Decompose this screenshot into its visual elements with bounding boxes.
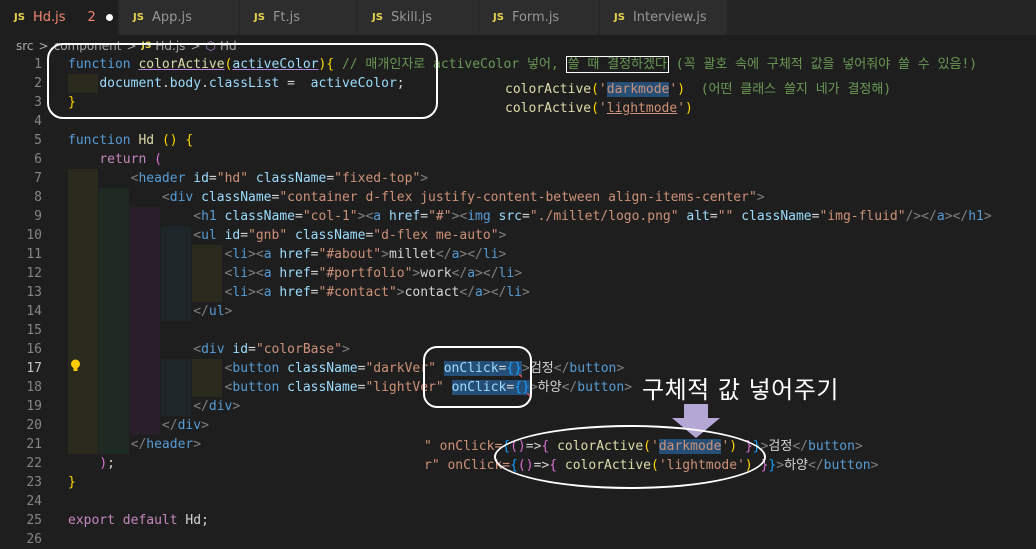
tab-form-js[interactable]: JS Form.js — [479, 0, 600, 35]
annotation-call-dark: colorActive('darkmode') (어떤 클래스 쓸지 네가 결정… — [505, 82, 892, 97]
tab-label: Hd.js — [32, 10, 66, 25]
line-number: 26 — [26, 532, 42, 547]
js-file-icon: JS — [493, 12, 504, 23]
line-number: 12 — [26, 266, 42, 281]
line-number: 5 — [34, 133, 42, 148]
annotation-call-light: colorActive('lightmode') — [505, 101, 693, 116]
line-number: 19 — [26, 399, 42, 414]
line-number: 24 — [26, 494, 42, 509]
line-number: 17 — [26, 361, 42, 376]
line-number: 8 — [34, 190, 42, 205]
code-line-14[interactable]: </ul> — [68, 302, 232, 321]
line-number: 4 — [34, 114, 42, 129]
line-number: 11 — [26, 247, 42, 262]
tab-hd-js[interactable]: JS Hd.js 2 — [0, 0, 119, 35]
code-line-7[interactable]: <header id="hd" className="fixed-top"> — [68, 169, 428, 188]
js-file-icon: JS — [372, 12, 383, 23]
tab-label: Skill.js — [390, 10, 433, 25]
js-file-icon: JS — [14, 12, 25, 23]
problem-count-badge: 2 — [87, 10, 96, 25]
code-line-25[interactable]: export default Hd; — [68, 511, 209, 530]
tab-interview-js[interactable]: JS Interview.js — [600, 0, 728, 35]
line-number: 1 — [34, 57, 42, 72]
line-number: 15 — [26, 323, 42, 338]
line-number: 22 — [26, 456, 42, 471]
tab-label: App.js — [151, 10, 192, 25]
line-number: 25 — [26, 513, 42, 528]
code-line-10[interactable]: <ul id="gnb" className="d-flex me-auto"> — [68, 226, 506, 245]
line-number: 16 — [26, 342, 42, 357]
line-number: 3 — [34, 95, 42, 110]
annotation-box-onclick — [423, 346, 532, 408]
annotation-box-function — [47, 43, 438, 119]
code-line-22[interactable]: ); — [68, 454, 115, 473]
tab-label: Ft.js — [272, 10, 301, 25]
code-line-12[interactable]: <li><a href="#portfolio">work</a></li> — [68, 264, 522, 283]
annotation-ellipse-example — [494, 425, 766, 489]
code-line-19[interactable]: </div> — [68, 397, 240, 416]
code-line-23[interactable]: } — [68, 473, 76, 492]
breadcrumb-src[interactable]: src — [16, 39, 34, 53]
code-line-17[interactable]: <button className="darkVer" onClick={}>검… — [68, 359, 624, 378]
code-line-5[interactable]: function Hd () { — [68, 131, 193, 150]
line-number: 2 — [34, 76, 42, 91]
js-file-icon: JS — [614, 12, 625, 23]
line-number: 21 — [26, 437, 42, 452]
tab-label: Interview.js — [632, 10, 707, 25]
annotation-title: 구체적 값 넣어주기 — [642, 376, 839, 404]
code-line-11[interactable]: <li><a href="#about">millet</a></li> — [68, 245, 507, 264]
line-number: 6 — [34, 152, 42, 167]
editor-tab-bar: JS Hd.js 2 JS App.js JS Ft.js JS Skill.j… — [0, 0, 1036, 35]
line-number: 9 — [34, 209, 42, 224]
tab-label: Form.js — [511, 10, 560, 25]
line-number: 10 — [26, 228, 42, 243]
line-number: 23 — [26, 475, 42, 490]
line-number: 13 — [26, 285, 42, 300]
tab-ft-js[interactable]: JS Ft.js — [240, 0, 358, 35]
line-number: 7 — [34, 171, 42, 186]
line-number: 18 — [26, 380, 42, 395]
code-line-8[interactable]: <div className="container d-flex justify… — [68, 188, 765, 207]
code-line-9[interactable]: <h1 className="col-1"><a href="#"><img s… — [68, 207, 991, 226]
highlight-box: 쓸 때 결정하겠다 — [565, 56, 669, 73]
unsaved-dot-icon[interactable] — [105, 14, 113, 21]
line-number: 14 — [26, 304, 42, 319]
line-number: 20 — [26, 418, 42, 433]
js-file-icon: JS — [133, 12, 144, 23]
chevron-right-icon: > — [38, 38, 49, 53]
js-file-icon: JS — [254, 12, 265, 23]
code-line-6[interactable]: return ( — [68, 150, 162, 169]
code-line-21[interactable]: </header> — [68, 435, 201, 454]
code-line-18[interactable]: <button className="lightVer" onClick={}>… — [68, 378, 632, 397]
code-line-13[interactable]: <li><a href="#contact">contact</a></li> — [68, 283, 530, 302]
code-line-16[interactable]: <div id="colorBase"> — [68, 340, 350, 359]
tab-skill-js[interactable]: JS Skill.js — [358, 0, 479, 35]
code-line-20[interactable]: </div> — [68, 416, 209, 435]
tab-app-js[interactable]: JS App.js — [119, 0, 240, 35]
